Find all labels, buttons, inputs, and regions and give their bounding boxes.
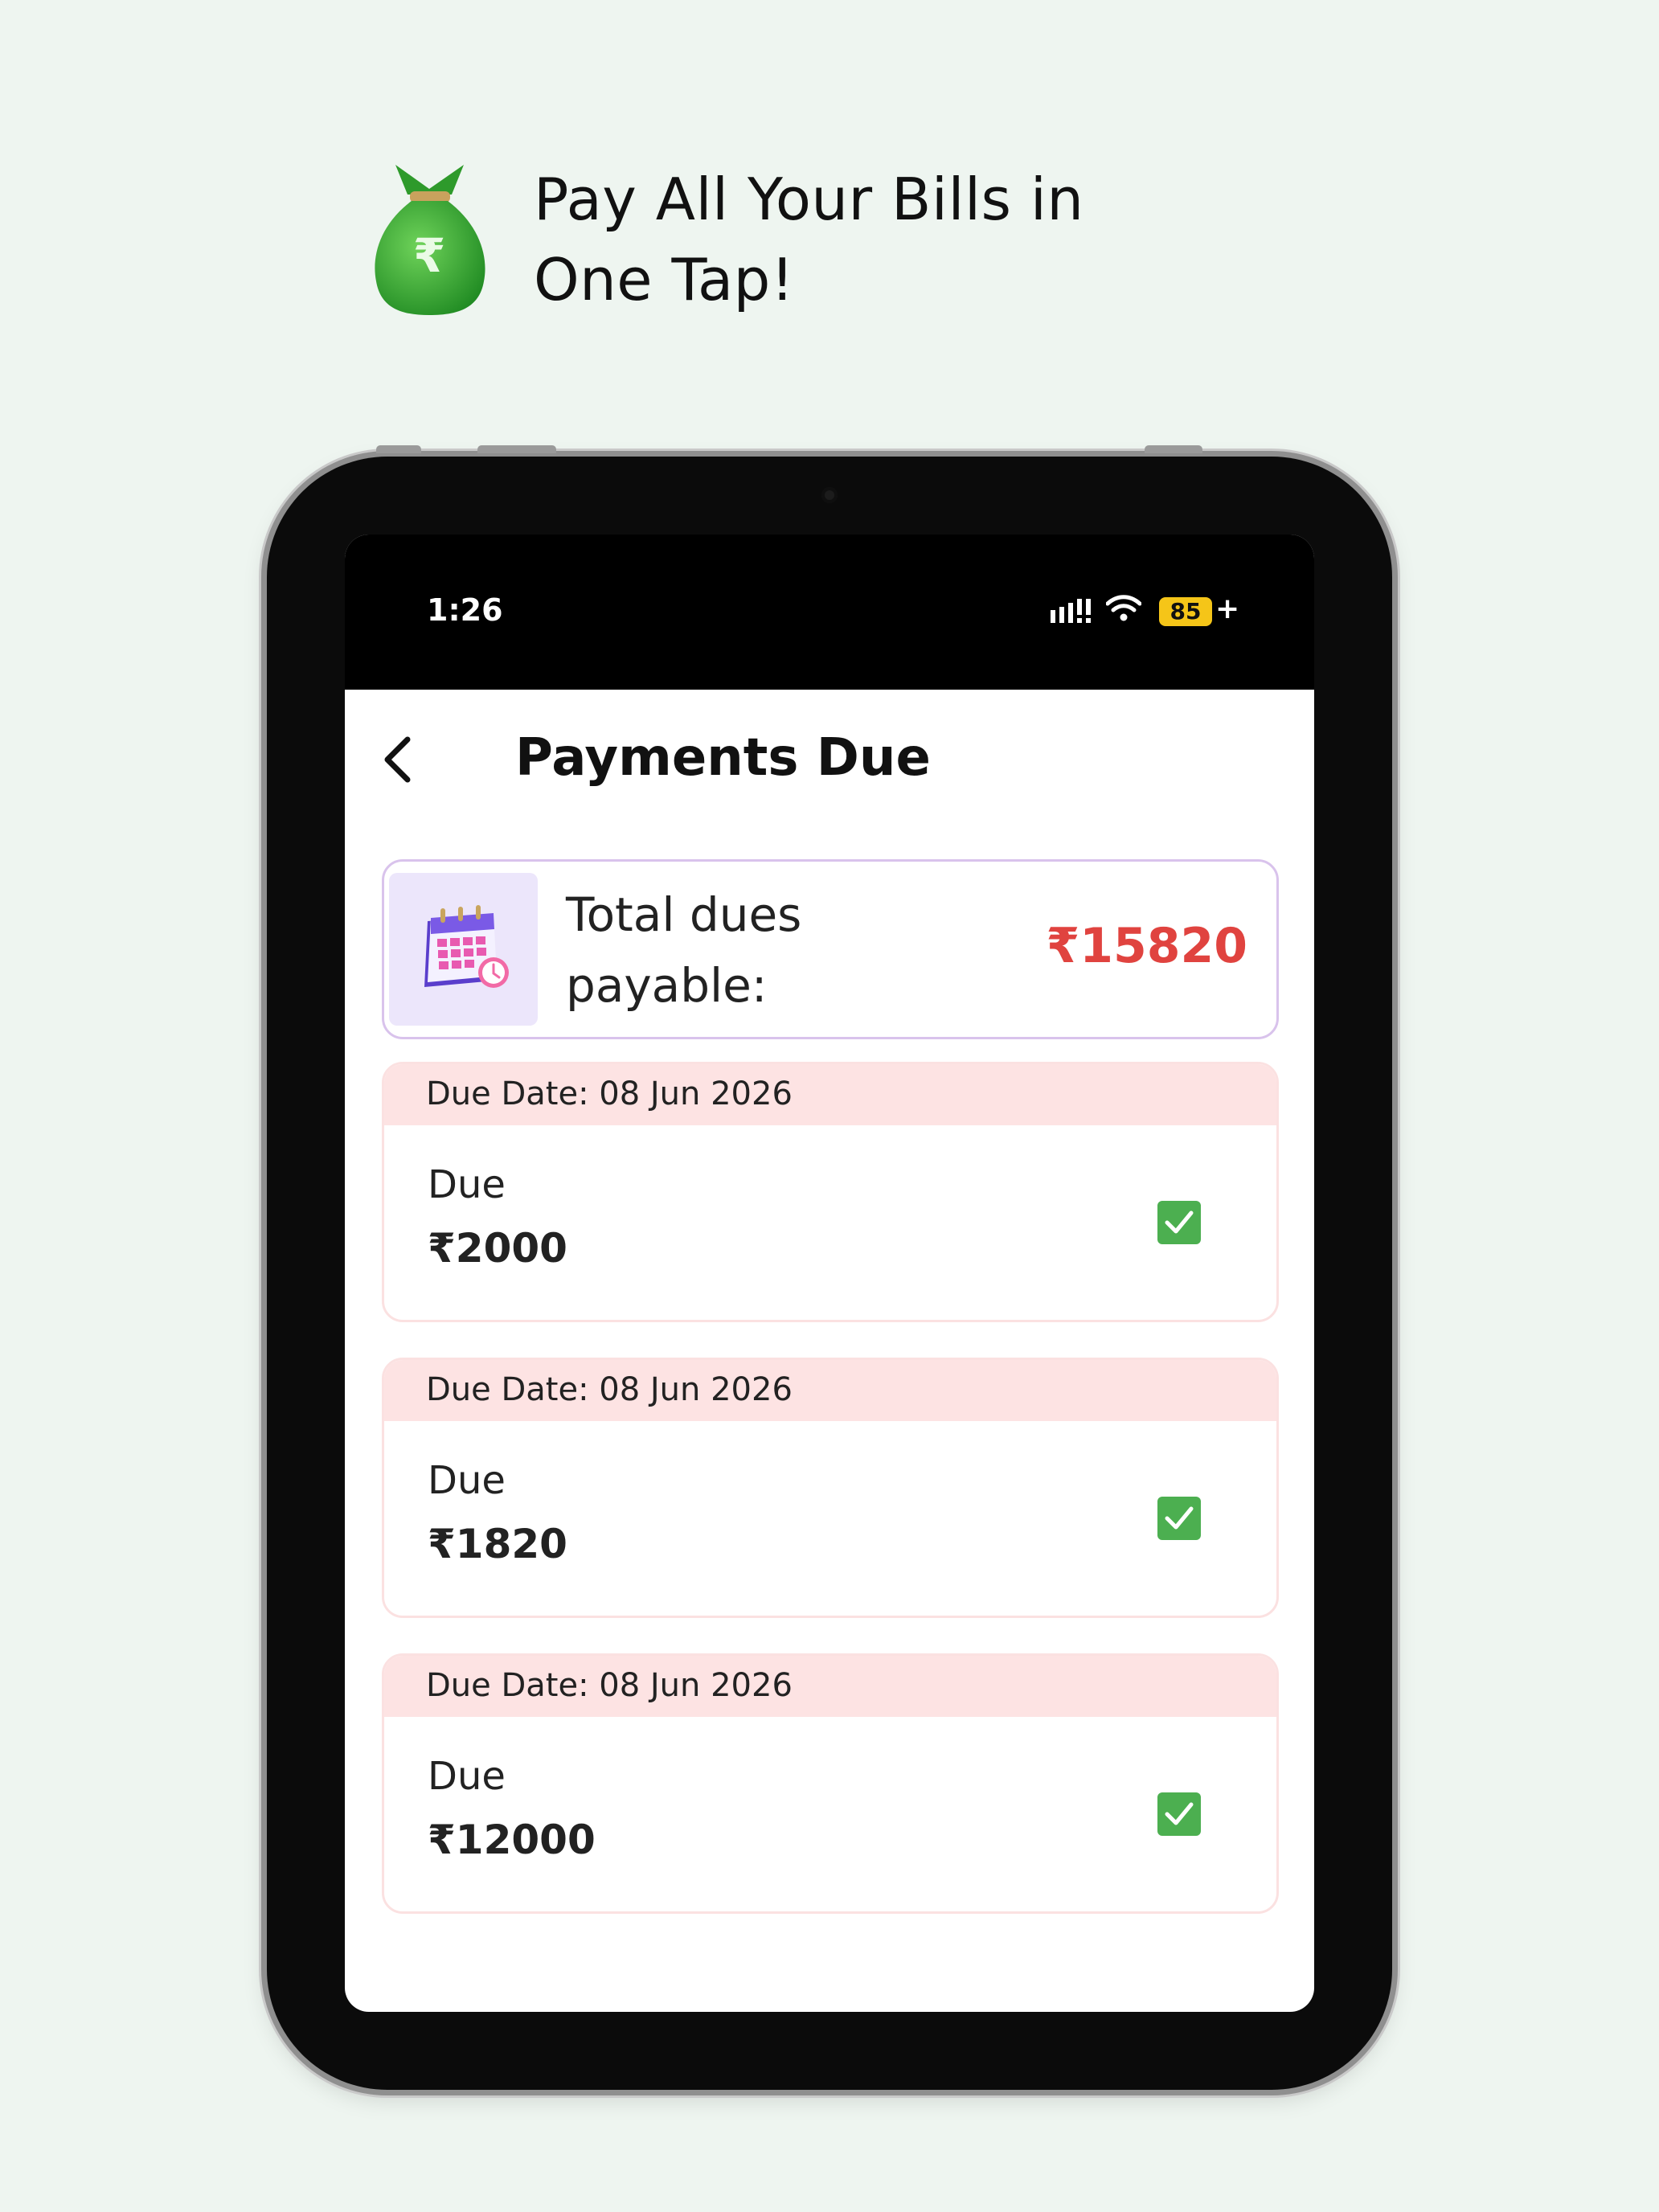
calendar-clock-icon [424,905,509,988]
due-label: Due [428,1162,506,1207]
select-checkbox[interactable] [1157,1497,1201,1540]
due-amount: ₹1820 [428,1521,567,1567]
money-bag-icon: ₹ [375,165,485,315]
due-date-strip: Due Date: 08 Jun 2026 [384,1656,1276,1717]
due-date-strip: Due Date: 08 Jun 2026 [384,1360,1276,1421]
select-checkbox[interactable] [1157,1201,1201,1244]
app-screen: 1:26 85 + Payments Due Total dues payabl… [345,535,1314,2012]
due-date-text: Due Date: 08 Jun 2026 [426,1371,793,1408]
due-label: Due [428,1458,506,1503]
battery-charging-indicator: + [1215,592,1240,625]
due-card: Due Date: 08 Jun 2026 Due ₹12000 [382,1653,1279,1914]
check-icon [1165,1802,1194,1825]
due-date-text: Due Date: 08 Jun 2026 [426,1075,793,1112]
wifi-icon [1106,595,1141,621]
chevron-left-icon[interactable] [375,731,424,788]
hardware-button [376,445,421,453]
total-dues-amount: ₹15820 [1046,918,1248,974]
check-icon [1165,1506,1194,1530]
promo-banner: ₹ Pay All Your Bills in One Tap! [371,161,1336,322]
hardware-button [477,445,556,453]
total-dues-card: Total dues payable: ₹15820 [382,859,1279,1039]
signal-icon [1051,599,1091,623]
status-bar: 1:26 85 + [345,535,1314,690]
due-amount: ₹12000 [428,1817,596,1863]
due-label: Due [428,1754,506,1799]
total-icon-box [389,873,538,1026]
front-camera [821,487,838,503]
page-title: Payments Due [515,728,931,788]
tablet-frame: 1:26 85 + Payments Due Total dues payabl… [267,445,1392,2090]
due-date-strip: Due Date: 08 Jun 2026 [384,1064,1276,1125]
hardware-button [1145,445,1202,453]
status-time: 1:26 [427,592,503,628]
promo-headline-line2: One Tap! [534,246,795,313]
check-icon [1165,1210,1194,1234]
promo-headline-line1: Pay All Your Bills in [534,166,1084,233]
due-card: Due Date: 08 Jun 2026 Due ₹2000 [382,1062,1279,1322]
app-header: Payments Due [345,690,1314,834]
battery-icon: 85 [1159,597,1212,626]
due-card: Due Date: 08 Jun 2026 Due ₹1820 [382,1358,1279,1618]
due-amount: ₹2000 [428,1225,567,1272]
select-checkbox[interactable] [1157,1792,1201,1836]
total-dues-label: Total dues payable: [566,887,802,1013]
svg-text:₹: ₹ [413,228,445,283]
due-date-text: Due Date: 08 Jun 2026 [426,1667,793,1704]
